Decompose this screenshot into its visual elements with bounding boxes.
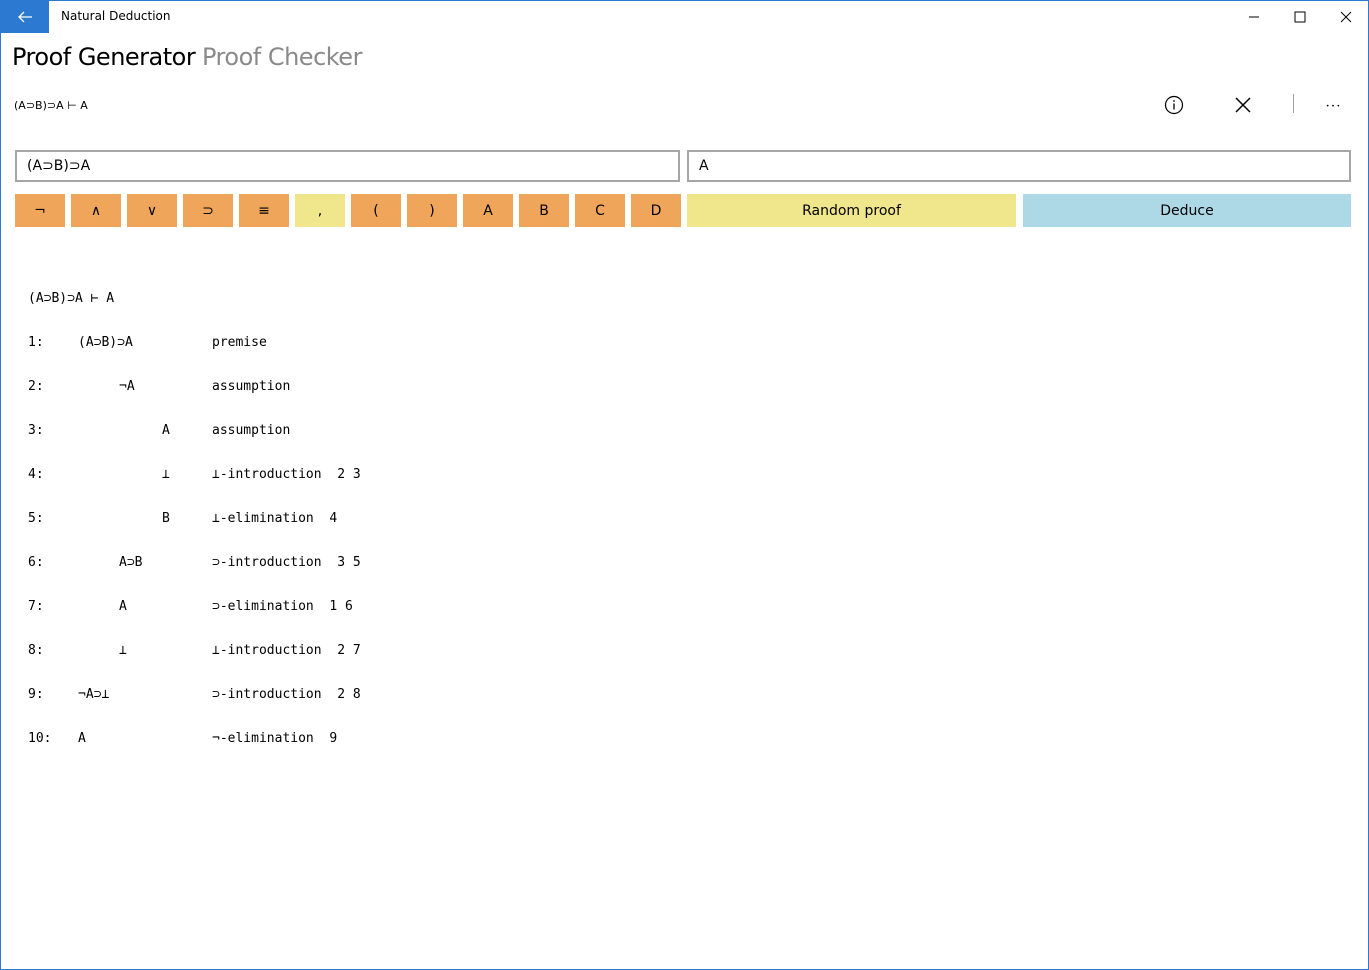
line-formula: A [162, 423, 170, 438]
more-button[interactable] [1318, 91, 1348, 119]
proof-line: 1: (A⊃B)⊃A premise [28, 335, 528, 355]
line-rule: assumption [212, 379, 291, 394]
symbol-or-button[interactable]: ∨ [127, 194, 177, 227]
command-bar-separator [1293, 94, 1294, 113]
premises-input[interactable] [15, 150, 680, 182]
more-icon [1326, 104, 1340, 107]
line-formula: B [162, 511, 170, 526]
line-formula: A⊃B [119, 555, 143, 570]
line-rule: ⊃-elimination 1 6 [212, 599, 353, 614]
proof-line: 6: A⊃B ⊃-introduction 3 5 [28, 555, 528, 575]
symbol-d-button[interactable]: D [631, 194, 681, 227]
tab-proof-generator[interactable]: Proof Generator [12, 43, 196, 71]
symbol-a-button[interactable]: A [463, 194, 513, 227]
proof-line: 9: ¬A⊃⊥ ⊃-introduction 2 8 [28, 687, 528, 707]
line-number: 10: [28, 731, 52, 746]
symbol-b-button[interactable]: B [519, 194, 569, 227]
line-formula: A [119, 599, 127, 614]
symbol-comma-button[interactable]: , [295, 194, 345, 227]
line-number: 2: [28, 379, 44, 394]
proof-line: 2: ¬A assumption [28, 379, 528, 399]
proof-line: 4: ⊥ ⊥-introduction 2 3 [28, 467, 528, 487]
close-window-button[interactable] [1323, 1, 1369, 33]
symbol-and-button[interactable]: ∧ [71, 194, 121, 227]
line-rule: ⊥-introduction 2 3 [212, 467, 361, 482]
line-rule: ¬-elimination 9 [212, 731, 338, 746]
sequent-header: (A⊃B)⊃A ⊢ A [14, 99, 88, 112]
back-button[interactable] [1, 1, 49, 33]
conclusion-input[interactable] [687, 150, 1351, 182]
close-icon [1235, 97, 1251, 113]
line-number: 5: [28, 511, 44, 526]
deduce-button[interactable]: Deduce [1023, 194, 1351, 227]
line-formula: ⊥ [162, 467, 170, 482]
line-formula: ⊥ [119, 643, 127, 658]
line-number: 9: [28, 687, 44, 702]
maximize-button[interactable] [1277, 1, 1323, 33]
title-bar: Natural Deduction [1, 1, 1368, 33]
minimize-button[interactable] [1231, 1, 1277, 33]
line-formula: ¬A [119, 379, 135, 394]
symbol-lparen-button[interactable]: ( [351, 194, 401, 227]
symbol-rparen-button[interactable]: ) [407, 194, 457, 227]
line-rule: ⊃-introduction 3 5 [212, 555, 361, 570]
line-formula: A [78, 731, 86, 746]
random-proof-button[interactable]: Random proof [687, 194, 1016, 227]
line-number: 4: [28, 467, 44, 482]
line-formula: ¬A⊃⊥ [78, 687, 110, 702]
info-icon [1164, 95, 1184, 115]
symbol-c-button[interactable]: C [575, 194, 625, 227]
line-number: 1: [28, 335, 44, 350]
app-window: Natural Deduction Proof Generator Proof … [0, 0, 1369, 970]
proof-line: 7: A ⊃-elimination 1 6 [28, 599, 528, 619]
line-formula: (A⊃B)⊃A [78, 335, 133, 350]
info-button[interactable] [1159, 91, 1189, 119]
line-number: 6: [28, 555, 44, 570]
maximize-icon [1294, 11, 1306, 23]
line-rule: ⊥-introduction 2 7 [212, 643, 361, 658]
line-number: 3: [28, 423, 44, 438]
proof-line: 5: B ⊥-elimination 4 [28, 511, 528, 531]
minimize-icon [1249, 16, 1259, 18]
clear-button[interactable] [1228, 91, 1258, 119]
proof-line: 3: A assumption [28, 423, 528, 443]
line-rule: ⊥-elimination 4 [212, 511, 338, 526]
line-rule: premise [212, 335, 267, 350]
window-title: Natural Deduction [61, 9, 171, 23]
line-rule: ⊃-introduction 2 8 [212, 687, 361, 702]
line-number: 7: [28, 599, 44, 614]
close-icon [1340, 11, 1352, 23]
proof-title: (A⊃B)⊃A ⊢ A [28, 291, 115, 306]
arrow-left-icon [18, 11, 32, 23]
symbol-not-button[interactable]: ¬ [15, 194, 65, 227]
proof-line: 10: A ¬-elimination 9 [28, 731, 528, 751]
line-number: 8: [28, 643, 44, 658]
symbol-equiv-button[interactable]: ≡ [239, 194, 289, 227]
line-rule: assumption [212, 423, 291, 438]
symbol-implies-button[interactable]: ⊃ [183, 194, 233, 227]
tab-proof-checker[interactable]: Proof Checker [202, 43, 362, 71]
proof-line: 8: ⊥ ⊥-introduction 2 7 [28, 643, 528, 663]
